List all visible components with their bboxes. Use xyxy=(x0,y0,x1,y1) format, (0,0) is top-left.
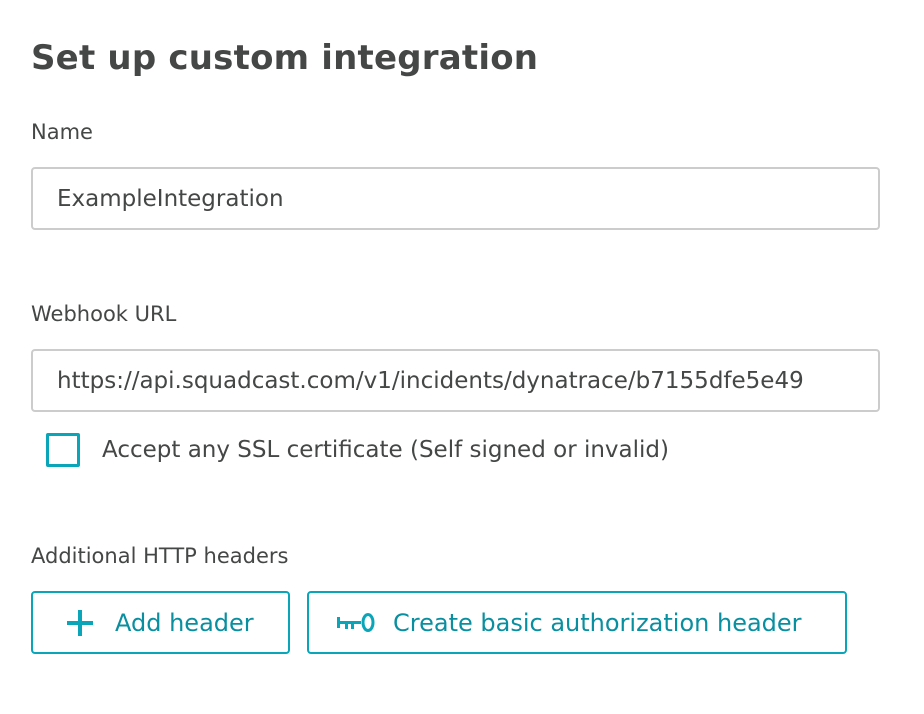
add-header-label: Add header xyxy=(115,608,254,637)
name-input[interactable] xyxy=(31,167,880,230)
ssl-checkbox-label[interactable]: Accept any SSL certificate (Self signed … xyxy=(102,437,669,463)
page-title: Set up custom integration xyxy=(31,38,539,78)
webhook-url-label: Webhook URL xyxy=(31,302,177,326)
key-icon xyxy=(335,611,377,635)
create-basic-auth-header-label: Create basic authorization header xyxy=(393,608,802,637)
ssl-checkbox[interactable] xyxy=(46,433,80,467)
plus-icon xyxy=(65,608,95,638)
additional-headers-label: Additional HTTP headers xyxy=(31,544,289,568)
webhook-url-input[interactable] xyxy=(31,349,880,412)
create-basic-auth-header-button[interactable]: Create basic authorization header xyxy=(307,591,847,654)
name-label: Name xyxy=(31,120,93,144)
add-header-button[interactable]: Add header xyxy=(31,591,290,654)
ssl-checkbox-row[interactable]: Accept any SSL certificate (Self signed … xyxy=(46,430,669,470)
